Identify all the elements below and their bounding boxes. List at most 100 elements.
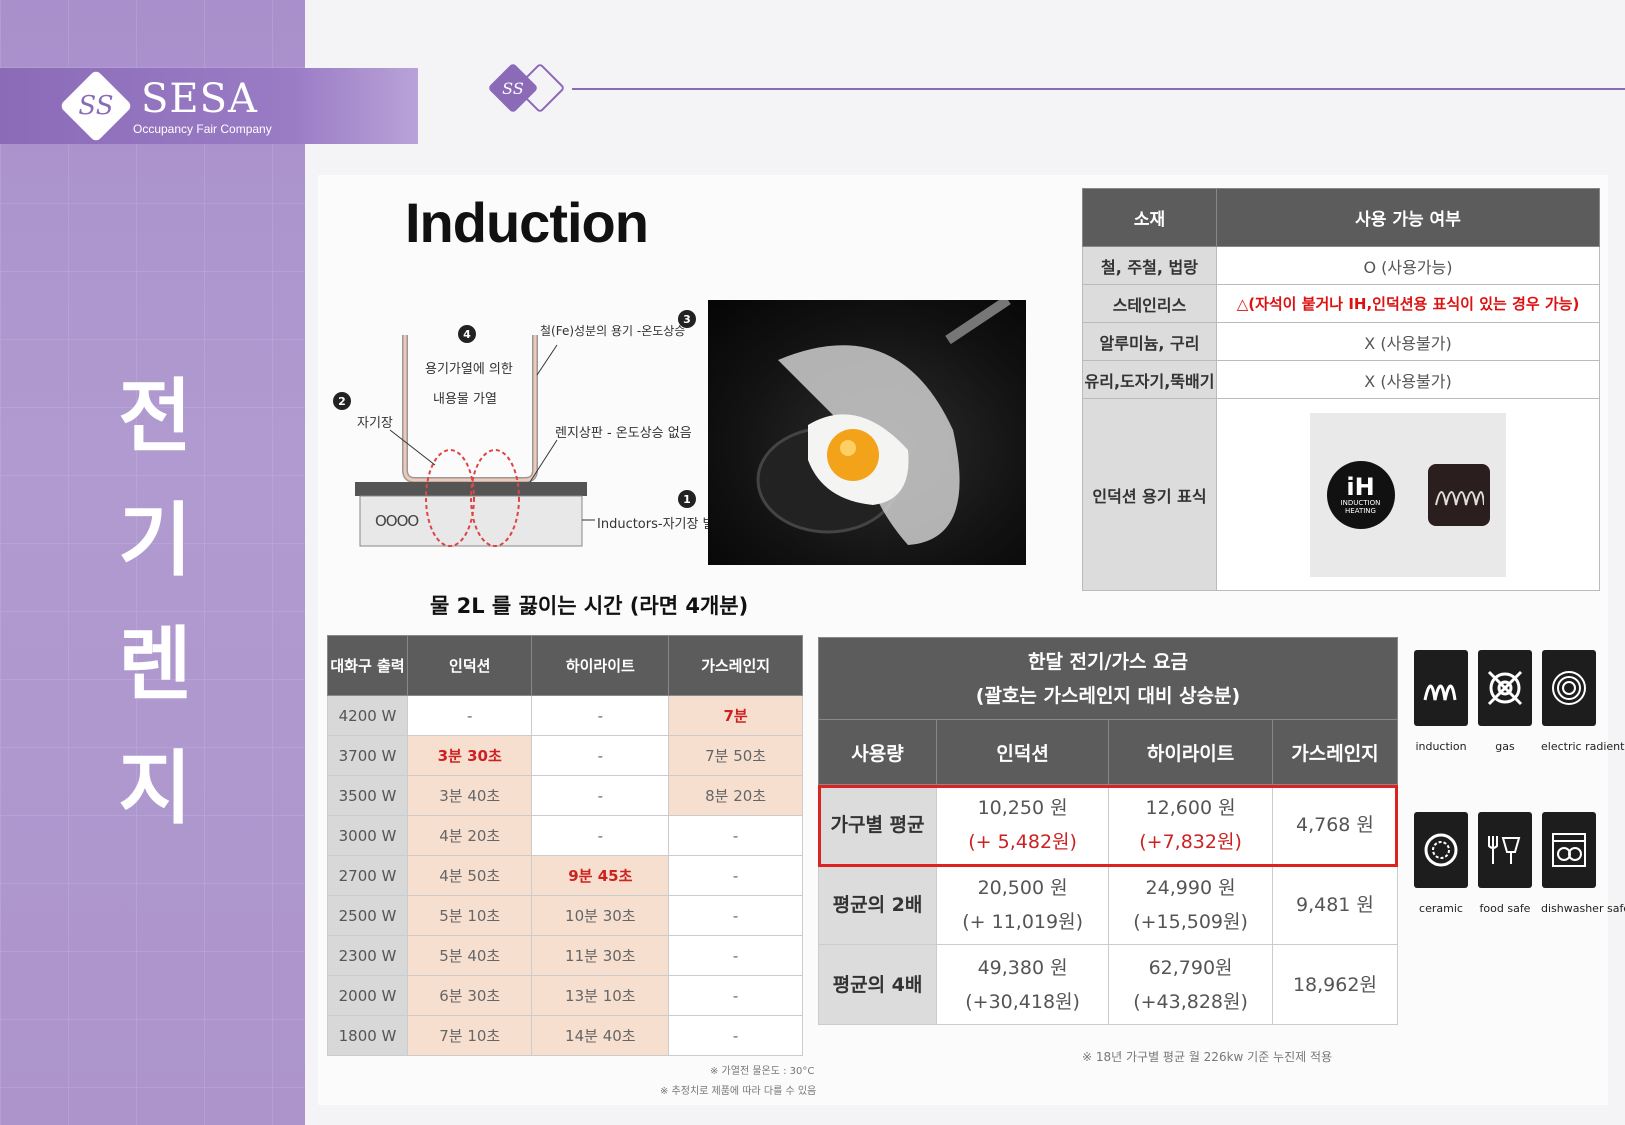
usage-cell: X (사용불가): [1216, 322, 1600, 361]
highlight-cell: 14분 40초: [531, 1015, 670, 1056]
gas-burner-shape: [1487, 670, 1523, 706]
boil-time-table: 대화구 출력 인덕션 하이라이트 가스레인지 4200 W - - 7분 370…: [327, 635, 803, 1056]
induction-symbols: iH INDUCTION HEATING: [1310, 412, 1506, 577]
highlight-cell: 13분 10초: [531, 975, 670, 1016]
diagram-number-badge: 2: [333, 392, 351, 410]
column-header: 인덕션: [935, 719, 1110, 785]
material-cell: 유리,도자기,뚝배기: [1082, 360, 1217, 399]
cookware-icon-item: gas: [1477, 650, 1533, 753]
material-compatibility-table: 소재 사용 가능 여부 철, 주철, 법랑 O (사용가능) 스테인리스 △(자…: [1082, 188, 1600, 591]
induction-cell: 4분 50초: [406, 855, 533, 896]
highlight-cell: -: [531, 775, 670, 816]
diagram-number-badge: 3: [678, 310, 696, 328]
page-title-char: 지: [118, 742, 192, 835]
diagram-number-badge: 4: [458, 325, 476, 343]
top-logo-mark-text: SS: [502, 78, 524, 98]
top-logo-diamond-icon: SS: [487, 62, 539, 114]
logo-diamond-icon: SS: [59, 69, 133, 143]
table-row: 철, 주철, 법랑 O (사용가능): [1082, 246, 1600, 285]
fee-value: 10,250 원: [977, 796, 1068, 819]
gas-cell: -: [668, 975, 803, 1016]
power-cell: 3500 W: [327, 775, 408, 816]
boil-table-title: 물 2L 를 끓이는 시간 (라면 4개분): [430, 594, 749, 618]
usage-cell: O (사용가능): [1216, 246, 1600, 285]
material-cell: 철, 주철, 법랑: [1082, 246, 1217, 285]
cookware-icon-caption: induction: [1415, 740, 1467, 753]
highlight-cell: 9분 45초: [531, 855, 670, 896]
gas-cell: 8분 20초: [668, 775, 803, 816]
usage-label-cell: 가구별 평균: [818, 784, 937, 865]
column-header: 가스레인지: [668, 635, 803, 696]
diagram-label: 자기장: [357, 416, 393, 431]
column-header: 인덕션: [406, 635, 533, 696]
highlight-fee-cell: 24,990 원 (+15,509원): [1108, 864, 1273, 945]
table-row: 스테인리스 △(자석이 붙거나 IH,인덕션용 표식이 있는 경우 가능): [1082, 284, 1600, 323]
coil-label: OOOO: [375, 512, 419, 530]
fee-value: 49,380 원: [977, 956, 1068, 979]
diagram-number-badge: 1: [678, 490, 696, 508]
table-row: 3700 W 3분 30초 - 7분 50초: [327, 735, 803, 776]
cookware-icon-item: induction: [1413, 650, 1469, 753]
gas-burner-icon: [1478, 650, 1532, 726]
induction-cell: 5분 40초: [406, 935, 533, 976]
power-cell: 4200 W: [327, 695, 408, 736]
gas-fee-cell: 4,768 원: [1271, 784, 1399, 865]
ceramic-hob-shape: [1424, 833, 1458, 867]
food-safe-shape: [1488, 836, 1521, 864]
electric-radiant-icon: [1542, 650, 1596, 726]
gas-cell: -: [668, 815, 803, 856]
page-title-char: 기: [118, 494, 192, 587]
fee-diff: (+7,832원): [1139, 830, 1242, 853]
usage-label-cell: 평균의 2배: [818, 864, 937, 945]
induction-fee-cell: 10,250 원 (+ 5,482원): [935, 784, 1110, 865]
cookware-icon-caption: ceramic: [1419, 902, 1463, 915]
fee-table-title: 한달 전기/가스 요금 (괄호는 가스레인지 대비 상승분): [818, 637, 1398, 720]
induction-cell: 3분 30초: [406, 735, 533, 776]
table-row: 2500 W 5분 10초 10분 30초 -: [327, 895, 803, 936]
column-header: 사용량: [818, 719, 937, 785]
header-divider: [572, 88, 1625, 90]
fee-diff: (+ 11,019원): [962, 910, 1083, 933]
cookware-icon-caption: dishwasher safe: [1541, 902, 1625, 915]
gas-cell: -: [668, 1015, 803, 1056]
highlight-fee-cell: 62,790원 (+43,828원): [1108, 944, 1273, 1025]
material-cell: 알루미늄, 구리: [1082, 322, 1217, 361]
power-cell: 3000 W: [327, 815, 408, 856]
table-row: 2000 W 6분 30초 13분 10초 -: [327, 975, 803, 1016]
cookware-icon-grid: induction gas electric radient ceramic f…: [1413, 650, 1625, 950]
table-title-row: 한달 전기/가스 요금 (괄호는 가스레인지 대비 상승분): [818, 637, 1398, 720]
cookware-icon-caption: gas: [1495, 740, 1515, 753]
ceramic-hob-icon: [1414, 812, 1468, 888]
fee-diff: (+30,418원): [965, 990, 1080, 1013]
highlight-fee-cell: 12,600 원 (+7,832원): [1108, 784, 1273, 865]
induction-fee-cell: 49,380 원 (+30,418원): [935, 944, 1110, 1025]
induction-cell: 4분 20초: [406, 815, 533, 856]
induction-coil-icon: [1414, 650, 1468, 726]
induction-heading: Induction: [405, 191, 649, 254]
induction-cell: 3분 40초: [406, 775, 533, 816]
fee-note: ※ 18년 가구별 평균 월 226kw 기준 누진제 적용: [1082, 1050, 1333, 1064]
induction-cell: 5분 10초: [406, 895, 533, 936]
power-cell: 3700 W: [327, 735, 408, 776]
highlight-cell: 11분 30초: [531, 935, 670, 976]
column-header: 하이라이트: [1108, 719, 1273, 785]
column-header: 소재: [1082, 188, 1217, 247]
table-row: 유리,도자기,뚝배기 X (사용불가): [1082, 360, 1600, 399]
table-row: 1800 W 7분 10초 14분 40초 -: [327, 1015, 803, 1056]
pan-egg-illustration: [756, 300, 1011, 545]
dishwasher-safe-shape: [1552, 833, 1586, 867]
fee-value: 12,600 원: [1145, 796, 1236, 819]
induction-cell: -: [406, 695, 533, 736]
gas-cell: -: [668, 895, 803, 936]
induction-pan-photo: [708, 300, 1026, 565]
gas-cell: -: [668, 855, 803, 896]
induction-cell: 7분 10초: [406, 1015, 533, 1056]
table-row: 2300 W 5분 40초 11분 30초 -: [327, 935, 803, 976]
gas-fee-cell: 9,481 원: [1271, 864, 1399, 945]
diagram-label: 철(Fe)성분의 용기 -온도상승: [540, 324, 686, 338]
fee-diff: (+43,828원): [1133, 990, 1248, 1013]
table-header-row: 소재 사용 가능 여부: [1082, 188, 1600, 247]
diagram-label: 용기가열에 의한: [425, 362, 513, 377]
cookware-icon-item: food safe: [1477, 812, 1533, 915]
induction-coil-icon: [1427, 463, 1490, 526]
